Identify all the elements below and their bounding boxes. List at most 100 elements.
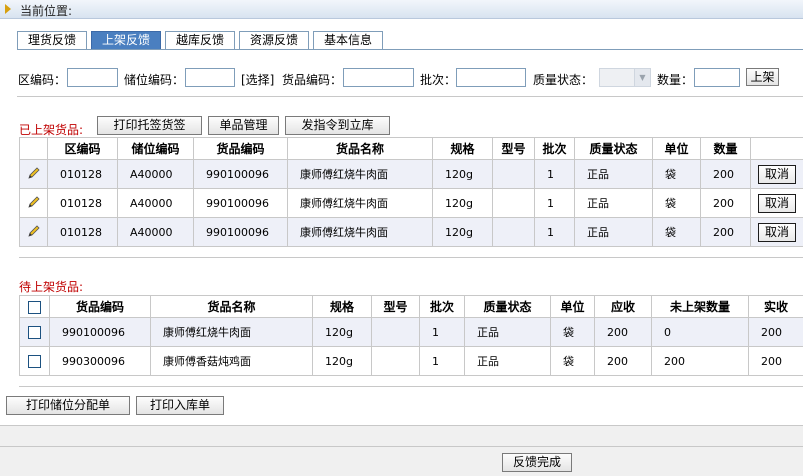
unit-cell: 袋 [652,217,701,247]
column-header: 未上架数量 [651,295,749,318]
due-cell: 200 [594,317,652,347]
goods-name-cell: 康师傅香菇炖鸡面 [150,346,313,376]
tab-shelve-feedback[interactable]: 上架反馈 [91,31,161,50]
qty-cell: 200 [700,159,751,189]
column-header [19,137,48,160]
bin-code-label: 储位编码： [124,73,185,87]
goods-code-label: 货品编码： [282,73,343,87]
area-code-cell: 010128 [47,159,118,189]
column-header: 应收 [594,295,652,318]
bin-code-cell: A40000 [117,188,194,218]
row-checkbox[interactable] [28,354,41,368]
cancel-cell: 取消 [750,188,803,218]
column-header: 型号 [492,137,535,160]
goods-name-cell: 康师傅红烧牛肉面 [287,159,433,189]
goods-name-cell: 康师傅红烧牛肉面 [287,188,433,218]
bin-code-input[interactable] [185,68,235,87]
send-to-asrs-button[interactable]: 发指令到立库 [285,116,390,135]
column-header: 数量 [700,137,751,160]
column-header: 储位编码 [117,137,194,160]
location-label: 当前位置: [20,4,73,18]
model-cell [492,159,535,189]
column-header: 实收 [748,295,803,318]
print-pallet-label-button[interactable]: 打印托签货签 [97,116,202,135]
column-header: 单位 [550,295,595,318]
goods-code-cell: 990100096 [49,317,151,347]
print-receipt-button[interactable]: 打印入库单 [136,396,224,415]
edit-cell[interactable] [19,188,48,218]
table-row: 990100096 康师傅红烧牛肉面 120g 1 正品 袋 200 0 200 [19,317,803,347]
pencil-icon[interactable] [27,224,41,237]
column-header: 质量状态 [574,137,653,160]
item-management-button[interactable]: 单品管理 [208,116,279,135]
model-cell [371,346,420,376]
edit-cell[interactable] [19,159,48,189]
tab-basic-info[interactable]: 基本信息 [313,31,383,50]
area-code-cell: 010128 [47,217,118,247]
select-bin-link[interactable]: [选择] [241,71,274,88]
pending-table: 货品编码 货品名称 规格 型号 批次 质量状态 单位 应收 未上架数量 实收 9… [19,295,803,376]
pencil-icon[interactable] [27,195,41,208]
qty-input[interactable] [694,68,740,87]
batch-cell: 1 [534,188,575,218]
print-bin-allocation-button[interactable]: 打印储位分配单 [6,396,130,415]
received-cell: 200 [748,317,803,347]
quality-cell: 正品 [574,217,653,247]
finish-feedback-button[interactable]: 反馈完成 [502,453,572,472]
batch-input[interactable] [456,68,526,87]
cancel-button[interactable]: 取消 [758,193,796,213]
goods-name-cell: 康师傅红烧牛肉面 [287,217,433,247]
bin-code-cell: A40000 [117,217,194,247]
table-row: 010128 A40000 990100096 康师傅红烧牛肉面 120g 1 … [19,217,803,247]
pencil-icon[interactable] [27,166,41,179]
cancel-button[interactable]: 取消 [758,222,796,242]
column-header: 型号 [371,295,420,318]
column-header: 货品名称 [150,295,313,318]
column-header: 批次 [419,295,465,318]
model-cell [492,188,535,218]
area-code-input[interactable] [67,68,118,87]
footer-divider [0,446,803,447]
unit-cell: 袋 [550,317,595,347]
row-checkbox[interactable] [28,325,41,339]
quality-select[interactable]: ▼ [599,68,651,87]
batch-cell: 1 [419,317,465,347]
table-header-row: 货品编码 货品名称 规格 型号 批次 质量状态 单位 应收 未上架数量 实收 [19,295,803,318]
chevron-down-icon: ▼ [634,69,650,86]
table-row: 010128 A40000 990100096 康师傅红烧牛肉面 120g 1 … [19,159,803,189]
column-header: 规格 [312,295,372,318]
column-header: 区编码 [47,137,118,160]
batch-cell: 1 [534,159,575,189]
goods-code-input[interactable] [343,68,414,87]
table-header-row: 区编码 储位编码 货品编码 货品名称 规格 型号 批次 质量状态 单位 数量 [19,137,803,160]
spec-cell: 120g [312,317,372,347]
column-header: 货品编码 [193,137,288,160]
filter-row: 区编码： 储位编码： [选择] 货品编码： 批次： 质量状态： ▼ 数量： 上架 [0,67,803,89]
model-cell [371,317,420,347]
quality-cell: 正品 [464,346,551,376]
due-cell: 200 [594,346,652,376]
column-header [750,137,803,160]
model-cell [492,217,535,247]
batch-cell: 1 [534,217,575,247]
cancel-button[interactable]: 取消 [758,164,796,184]
tab-crossdock-feedback[interactable]: 越库反馈 [165,31,235,50]
tab-resource-feedback[interactable]: 资源反馈 [239,31,309,50]
qty-cell: 200 [700,217,751,247]
column-header: 单位 [652,137,701,160]
edit-cell[interactable] [19,217,48,247]
received-cell: 200 [748,346,803,376]
column-header: 批次 [534,137,575,160]
bin-code-cell: A40000 [117,159,194,189]
shelve-button[interactable]: 上架 [746,68,779,86]
column-header: 规格 [432,137,493,160]
triangle-arrow-icon [5,4,11,14]
select-all-checkbox[interactable] [28,300,41,314]
qty-cell: 200 [700,188,751,218]
unit-cell: 袋 [550,346,595,376]
quality-cell: 正品 [464,317,551,347]
tab-tally-feedback[interactable]: 理货反馈 [17,31,87,50]
goods-code-cell: 990100096 [193,188,288,218]
spec-cell: 120g [432,188,493,218]
spec-cell: 120g [432,159,493,189]
